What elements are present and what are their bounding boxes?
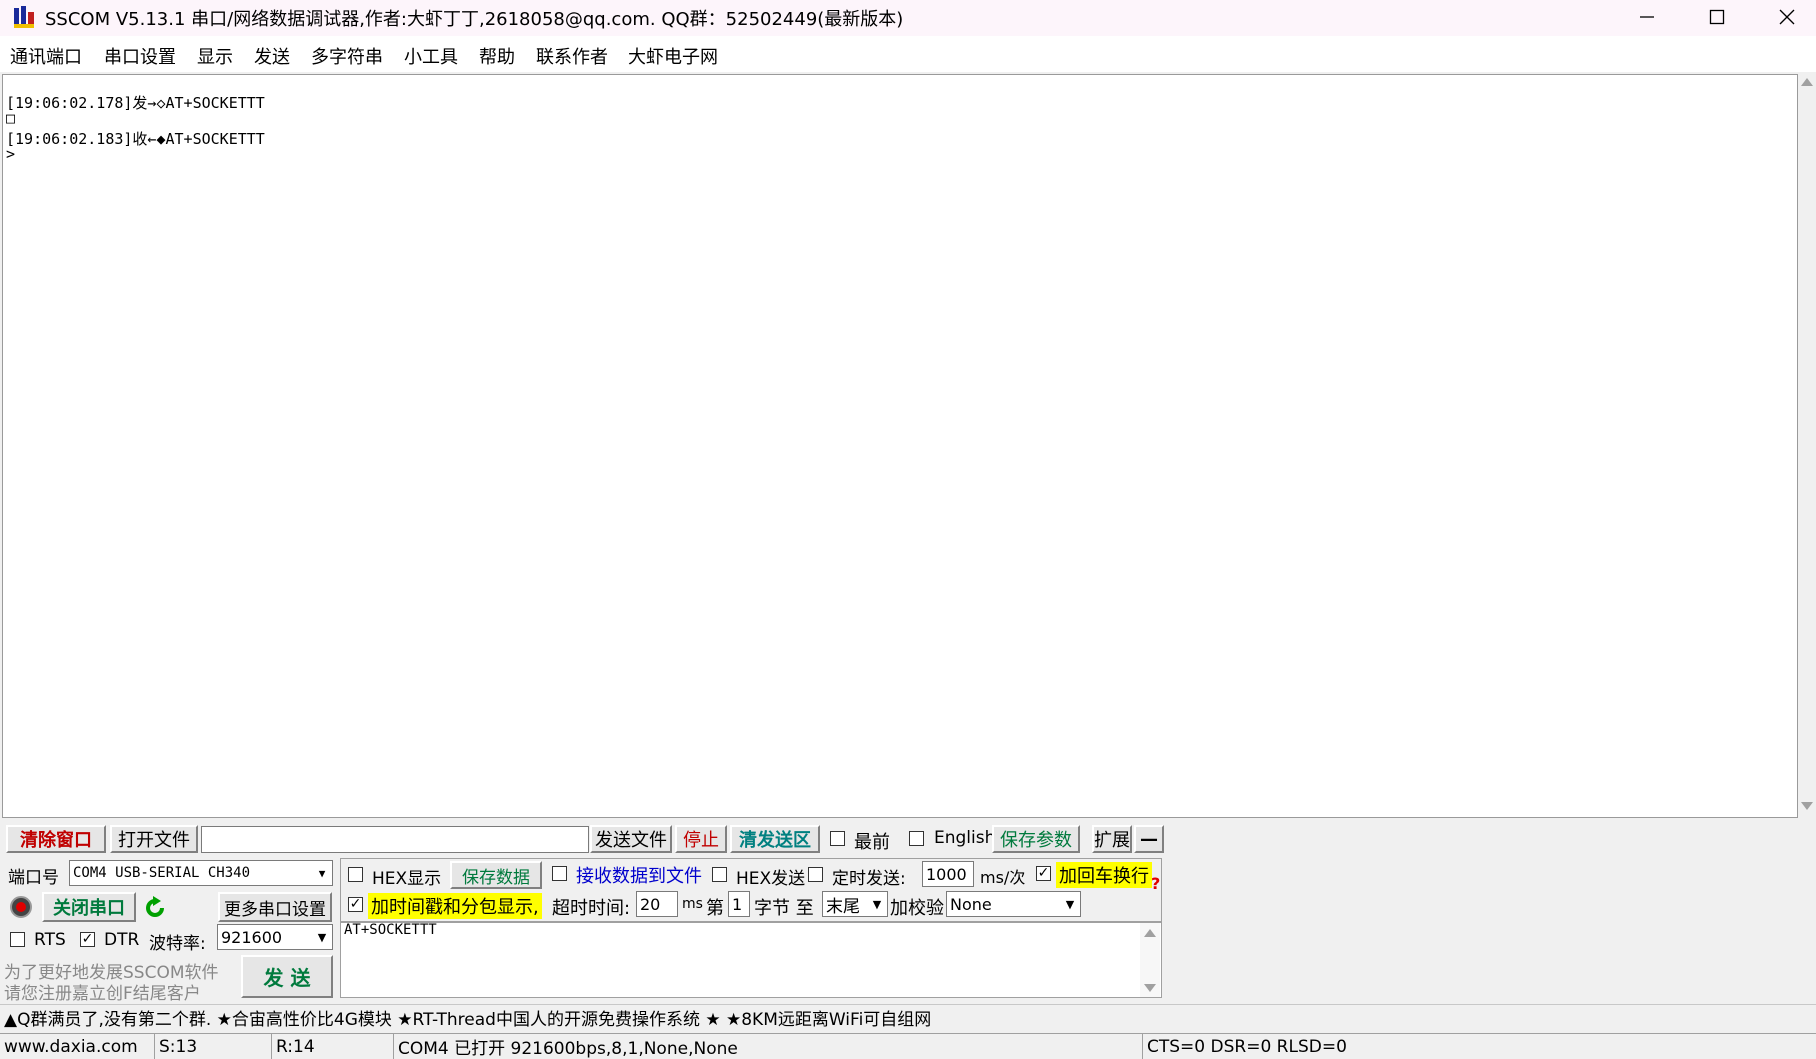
menu-comm-port[interactable]: 通讯端口 [10, 43, 82, 69]
hex-display-label: HEX显示 [372, 869, 442, 889]
baud-select-value: 921600 [221, 927, 283, 947]
interval-input[interactable]: 1000 [922, 861, 974, 887]
byte-from-label: 第 [706, 898, 724, 919]
timed-send-label: 定时发送: [832, 869, 906, 889]
clear-window-button[interactable]: 清除窗口 [6, 825, 106, 853]
send-button[interactable]: 发 送 [241, 955, 333, 998]
scroll-arrows-icon [1144, 929, 1156, 992]
app-logo-icon [12, 4, 38, 30]
recv-to-file-checkbox[interactable] [552, 866, 567, 881]
byte-to-value: 末尾 [826, 896, 860, 917]
baud-label: 波特率: [149, 934, 206, 954]
save-params-button[interactable]: 保存参数 [992, 825, 1080, 853]
help-icon[interactable]: ? [1151, 874, 1160, 893]
byte-to-select[interactable]: 末尾 ▼ [822, 891, 888, 917]
chevron-down-icon: ▼ [872, 897, 882, 911]
receive-scrollbar[interactable] [1798, 74, 1816, 818]
interval-unit: ms/次 [980, 868, 1026, 887]
close-icon [1779, 9, 1795, 25]
menu-send[interactable]: 发送 [254, 43, 290, 69]
file-path-input[interactable] [201, 826, 589, 853]
maximize-icon [1709, 9, 1725, 25]
hex-send-checkbox[interactable] [712, 867, 727, 882]
menu-tools[interactable]: 小工具 [404, 43, 458, 69]
checksum-label: 加校验 [890, 898, 944, 919]
receive-line: [19:06:02.178]发→◇AT+SOCKETTT [6, 94, 265, 112]
byte-to-label: 字节 至 [754, 898, 814, 919]
receive-area[interactable] [2, 74, 1798, 818]
collapse-button[interactable]: — [1134, 825, 1164, 853]
timestamp-checkbox[interactable]: ✓ [348, 897, 363, 912]
checksum-select[interactable]: None ▼ [946, 891, 1081, 917]
checksum-value: None [950, 894, 992, 914]
english-checkbox[interactable] [909, 831, 924, 846]
rts-label: RTS [34, 930, 66, 950]
send-scrollbar[interactable] [1140, 923, 1160, 997]
status-received-count: R:14 [271, 1033, 393, 1059]
send-file-button[interactable]: 发送文件 [590, 825, 672, 853]
send-textarea[interactable] [340, 922, 1162, 998]
add-crlf-label: 加回车换行 [1056, 862, 1152, 888]
open-file-button[interactable]: 打开文件 [110, 825, 198, 853]
chevron-down-icon: ▼ [318, 866, 326, 880]
topmost-label: 最前 [854, 832, 890, 853]
english-label: English [934, 828, 996, 848]
status-website[interactable]: www.daxia.com [0, 1033, 154, 1059]
menu-daxia-site[interactable]: 大虾电子网 [628, 43, 718, 69]
news-ticker[interactable]: ▲Q群满员了,没有第二个群. ★合宙高性价比4G模块 ★RT-Thread中国人… [0, 1004, 1816, 1030]
rts-checkbox[interactable] [10, 932, 25, 947]
port-select[interactable]: COM4 USB-SERIAL CH340 ▼ [69, 860, 333, 886]
port-status-icon [10, 896, 32, 918]
recv-to-file-label: 接收数据到文件 [576, 866, 702, 887]
chevron-down-icon: ▼ [317, 930, 327, 944]
minimize-icon [1640, 16, 1654, 18]
receive-line: □ [6, 109, 16, 127]
timestamp-label: 加时间戳和分包显示, [368, 893, 542, 919]
promo-line-2[interactable]: 请您注册嘉立创F结尾客户 [4, 979, 201, 1004]
receive-line: [19:06:02.183]收←◆AT+SOCKETTT [6, 130, 265, 148]
status-port-state: COM4 已打开 921600bps,8,1,None,None [393, 1033, 1142, 1059]
clear-send-button[interactable]: 清发送区 [730, 825, 820, 853]
menu-serial-settings[interactable]: 串口设置 [104, 43, 176, 69]
maximize-button[interactable] [1682, 0, 1752, 34]
port-select-value: COM4 USB-SERIAL CH340 [73, 865, 251, 881]
close-port-button[interactable]: 关闭串口 [42, 892, 136, 922]
menu-multi-string[interactable]: 多字符串 [311, 43, 383, 69]
add-crlf-checkbox[interactable]: ✓ [1036, 866, 1051, 881]
timeout-unit: ms [682, 896, 703, 912]
status-modem-lines: CTS=0 DSR=0 RLSD=0 [1142, 1033, 1816, 1059]
close-window-button[interactable] [1752, 0, 1816, 34]
stop-button[interactable]: 停止 [675, 825, 727, 853]
hex-send-label: HEX发送 [736, 869, 806, 889]
timeout-label: 超时时间: [552, 898, 631, 919]
receive-line: > [6, 145, 16, 163]
refresh-icon[interactable] [142, 895, 168, 921]
dtr-checkbox[interactable]: ✓ [80, 932, 95, 947]
send-text: AT+SOCKETTT [344, 922, 437, 938]
baud-select[interactable]: 921600 ▼ [217, 924, 333, 950]
port-label: 端口号 [8, 868, 59, 888]
window-title: SSCOM V5.13.1 串口/网络数据调试器,作者:大虾丁丁,2618058… [45, 9, 904, 30]
menu-display[interactable]: 显示 [197, 43, 233, 69]
save-data-button[interactable]: 保存数据 [450, 861, 542, 889]
more-serial-settings-button[interactable]: 更多串口设置 [218, 892, 332, 922]
topmost-checkbox[interactable] [830, 831, 845, 846]
hex-display-checkbox[interactable] [348, 867, 363, 882]
chevron-down-icon: ▼ [1065, 897, 1075, 911]
timeout-input[interactable]: 20 [636, 891, 678, 917]
timed-send-checkbox[interactable] [808, 867, 823, 882]
scroll-arrows-icon [1801, 78, 1813, 810]
menu-contact-author[interactable]: 联系作者 [536, 43, 608, 69]
byte-from-input[interactable]: 1 [728, 891, 750, 917]
status-sent-count: S:13 [154, 1033, 271, 1059]
menu-help[interactable]: 帮助 [479, 43, 515, 69]
dtr-label: DTR [104, 930, 140, 950]
minimize-button[interactable] [1612, 0, 1682, 34]
expand-button[interactable]: 扩展 [1092, 825, 1132, 853]
